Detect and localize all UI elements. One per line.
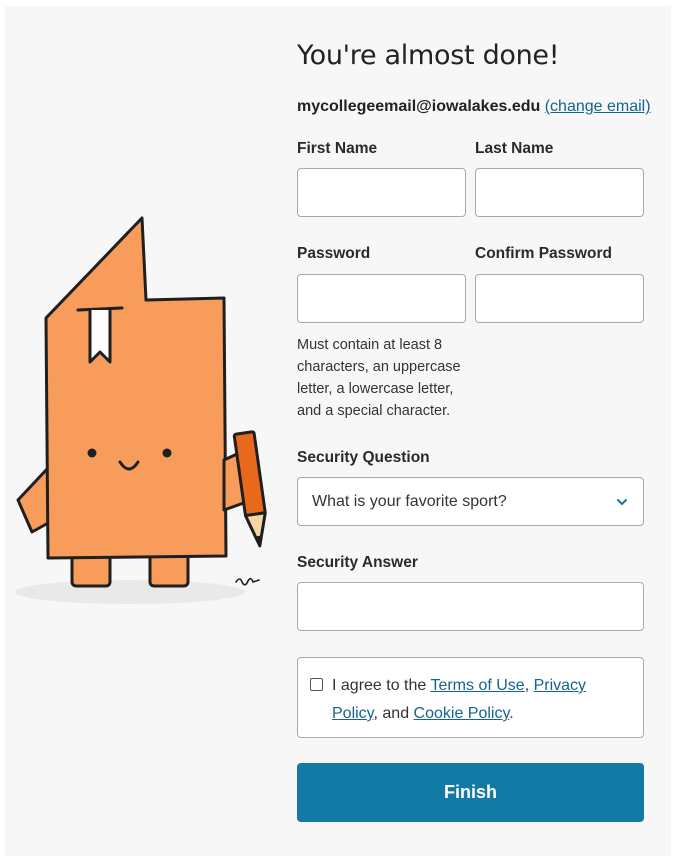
- security-question-select[interactable]: What is your favorite sport?: [297, 477, 644, 526]
- finish-button[interactable]: Finish: [297, 763, 644, 822]
- security-answer-input[interactable]: [297, 582, 644, 631]
- document-mascot-illustration: [15, 216, 267, 604]
- agreement-prefix: I agree to the: [332, 677, 431, 694]
- password-hint: Must contain at least 8 characters, an u…: [297, 337, 461, 419]
- last-name-input[interactable]: [475, 168, 644, 217]
- account-email: mycollegeemail@iowalakes.edu: [297, 98, 541, 115]
- confirm-password-label: Confirm Password: [475, 245, 612, 262]
- first-name-input[interactable]: [297, 168, 466, 217]
- security-answer-label: Security Answer: [297, 554, 418, 571]
- page-title: You're almost done!: [297, 40, 560, 71]
- terms-of-use-link[interactable]: Terms of Use: [430, 677, 524, 694]
- agreement-comma: ,: [524, 677, 534, 694]
- confirm-password-input[interactable]: [475, 274, 644, 323]
- agreement-suffix: .: [509, 705, 514, 722]
- first-name-label: First Name: [297, 140, 378, 157]
- last-name-label: Last Name: [475, 140, 554, 157]
- agree-checkbox[interactable]: [310, 678, 323, 691]
- password-label: Password: [297, 245, 371, 262]
- password-input[interactable]: [297, 274, 466, 323]
- security-question-label: Security Question: [297, 449, 430, 466]
- email-line: mycollegeemail@iowalakes.edu (change ema…: [297, 98, 651, 116]
- agreement-box: I agree to the Terms of Use, Privacy Pol…: [297, 657, 644, 738]
- agreement-and: , and: [373, 705, 414, 722]
- agreement-text: I agree to the Terms of Use, Privacy Pol…: [332, 672, 622, 728]
- change-email-link[interactable]: (change email): [545, 98, 651, 115]
- chevron-down-icon: [617, 498, 627, 505]
- security-question-value: What is your favorite sport?: [312, 492, 507, 510]
- cookie-policy-link[interactable]: Cookie Policy: [414, 705, 510, 722]
